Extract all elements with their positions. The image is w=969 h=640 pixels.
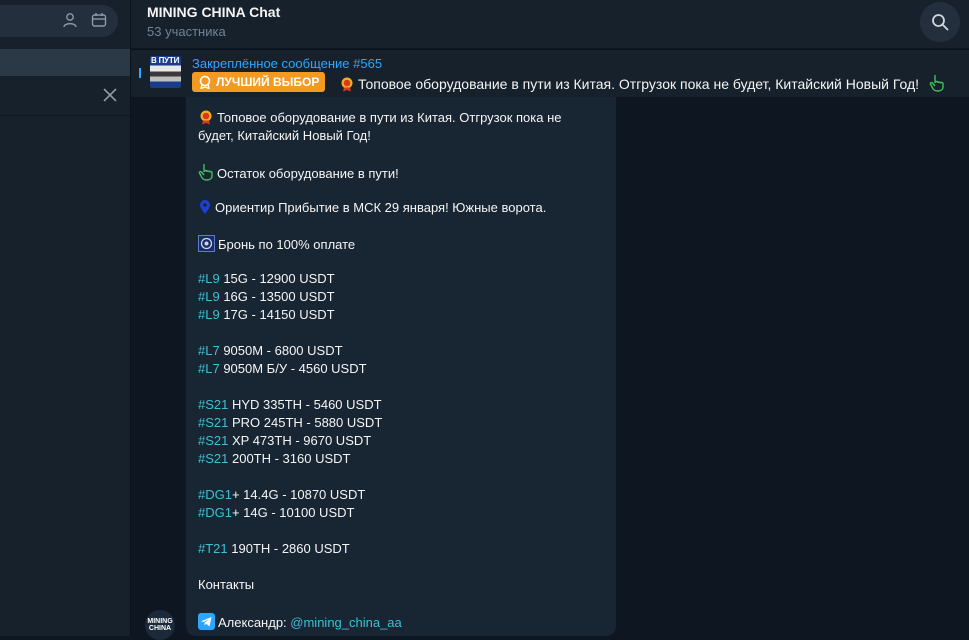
price-hashtag[interactable]: #DG1: [198, 487, 232, 502]
price-text: 200TH - 3160 USDT: [228, 451, 351, 466]
price-hashtag[interactable]: #T21: [198, 541, 228, 556]
price-text: + 14.4G - 10870 USDT: [231, 487, 366, 502]
message-remainder-line: Остаток оборудование в пути!: [198, 163, 399, 181]
price-line: #S21 XP 473TH - 9670 USDT: [198, 433, 371, 448]
message-bubble[interactable]: Топовое оборудование в пути из Китая. От…: [186, 97, 616, 636]
avatar-logo-text: MINING CHINA: [147, 618, 173, 632]
pointing-hand-icon: [198, 164, 213, 181]
price-text: 9050M - 6800 USDT: [219, 343, 343, 358]
price-text: XP 473TH - 9670 USDT: [228, 433, 372, 448]
contacts-label: Контакты: [198, 577, 255, 592]
member-count: 53 участника: [147, 24, 226, 39]
medal-icon: [199, 75, 211, 89]
message-booking-text: Бронь по 100% оплате: [218, 237, 356, 252]
price-text: 16G - 13500 USDT: [219, 289, 335, 304]
sidebar: [0, 0, 131, 636]
pinned-preview-text: Топовое оборудование в пути из Китая. От…: [358, 76, 920, 92]
pinned-thumbnail-text: В ПУТИ: [151, 56, 180, 65]
price-hashtag[interactable]: #S21: [198, 397, 228, 412]
price-line: #DG1+ 14G - 10100 USDT: [198, 505, 354, 520]
user-icon[interactable]: [62, 12, 78, 28]
price-line: #DG1+ 14.4G - 10870 USDT: [198, 487, 365, 502]
chat-header[interactable]: MINING CHINA Chat 53 участника: [131, 0, 969, 48]
price-line: #S21 PRO 245TH - 5880 USDT: [198, 415, 382, 430]
search-button[interactable]: [920, 2, 960, 42]
message-intro-line: Топовое оборудование в пути из Китая. От…: [198, 109, 562, 125]
message-landmark-line: Ориентир Прибытие в МСК 29 января! Южные…: [198, 199, 546, 215]
pinned-title: Закреплённое сообщение #565: [192, 56, 383, 71]
price-line: #T21 190TH - 2860 USDT: [198, 541, 350, 556]
pointing-hand-icon: [929, 75, 944, 92]
chip-icon: [198, 235, 215, 252]
price-line: #L9 17G - 14150 USDT: [198, 307, 335, 322]
price-hashtag[interactable]: #L9: [198, 289, 220, 304]
best-choice-badge: ЛУЧШИЙ ВЫБОР: [192, 72, 326, 92]
price-hashtag[interactable]: #DG1: [198, 505, 232, 520]
telegram-icon: [198, 613, 215, 630]
price-text: 9050M Б/У - 4560 USDT: [219, 361, 367, 376]
contact-line: Александр: @mining_china_aa: [198, 613, 402, 630]
close-icon[interactable]: [102, 87, 118, 103]
contact-link[interactable]: @mining_china_aa: [290, 615, 402, 630]
price-line: #L9 15G - 12900 USDT: [198, 271, 335, 286]
message-intro-text: Топовое оборудование в пути из Китая. От…: [217, 110, 562, 125]
price-hashtag[interactable]: #S21: [198, 433, 228, 448]
chat-title[interactable]: MINING CHINA Chat: [147, 4, 280, 20]
pinned-accent: [139, 68, 141, 78]
search-icon: [932, 14, 949, 31]
price-text: 15G - 12900 USDT: [219, 271, 335, 286]
price-hashtag[interactable]: #L7: [198, 361, 220, 376]
sidebar-divider: [0, 115, 130, 116]
price-text: HYD 335TH - 5460 USDT: [228, 397, 382, 412]
price-line: #L7 9050M Б/У - 4560 USDT: [198, 361, 367, 376]
message-intro-line: будет, Китайский Новый Год!: [198, 128, 371, 143]
price-text: PRO 245TH - 5880 USDT: [228, 415, 383, 430]
best-choice-label: ЛУЧШИЙ ВЫБОР: [216, 75, 320, 89]
price-line: #S21 200TH - 3160 USDT: [198, 451, 350, 466]
price-line: #L9 16G - 13500 USDT: [198, 289, 335, 304]
contact-name: Александр:: [218, 615, 291, 630]
pinned-thumbnail: В ПУТИ: [150, 56, 181, 88]
pinned-message-bar[interactable]: В ПУТИ Закреплённое сообщение #565 ЛУЧШИ…: [131, 49, 969, 98]
price-text: + 14G - 10100 USDT: [231, 505, 355, 520]
calendar-icon[interactable]: [91, 12, 107, 28]
pinned-preview: Топовое оборудование в пути из Китая. От…: [339, 74, 948, 92]
message-remainder-text: Остаток оборудование в пути!: [217, 166, 399, 181]
medal-icon: [341, 77, 353, 92]
price-hashtag[interactable]: #L9: [198, 307, 220, 322]
sidebar-selected-row[interactable]: [0, 49, 130, 76]
message-booking-line: Бронь по 100% оплате: [198, 235, 355, 252]
location-pin-icon: [200, 200, 210, 214]
price-line: #S21 HYD 335TH - 5460 USDT: [198, 397, 382, 412]
price-hashtag[interactable]: #S21: [198, 415, 228, 430]
price-line: #L7 9050M - 6800 USDT: [198, 343, 343, 358]
medal-icon: [200, 110, 212, 125]
price-hashtag[interactable]: #S21: [198, 451, 228, 466]
price-text: 17G - 14150 USDT: [219, 307, 335, 322]
message-landmark-text: Ориентир Прибытие в МСК 29 января! Южные…: [215, 200, 547, 215]
chat-area[interactable]: Топовое оборудование в пути из Китая. От…: [131, 97, 969, 640]
price-hashtag[interactable]: #L9: [198, 271, 220, 286]
price-hashtag[interactable]: #L7: [198, 343, 220, 358]
price-text: 190TH - 2860 USDT: [227, 541, 350, 556]
